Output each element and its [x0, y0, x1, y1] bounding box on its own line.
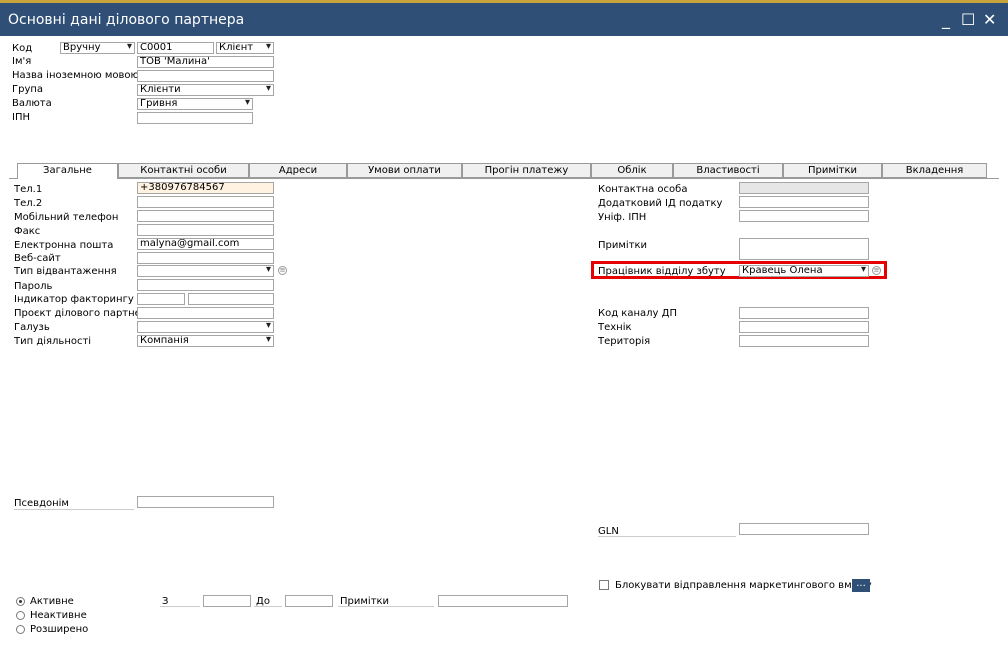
block-marketing-label: Блокувати відправлення маркетингового вм… [615, 580, 872, 591]
mobile-label: Мобільний телефон [14, 212, 119, 223]
to-underline [254, 606, 282, 607]
block-marketing-checkbox[interactable] [599, 580, 609, 590]
tab-remarks[interactable]: Примітки [783, 163, 882, 178]
additional-tax-id-label: Додатковий ІД податку [598, 198, 723, 209]
fax-label: Факс [14, 226, 41, 237]
tel1-label: Тел.1 [14, 184, 43, 195]
tab-properties[interactable]: Властивості [673, 163, 783, 178]
advanced-radio[interactable] [16, 625, 25, 634]
factoring-label: Індикатор факторингу [14, 294, 134, 305]
alias-underline [14, 509, 134, 510]
tab-addresses[interactable]: Адреси [249, 163, 347, 178]
project-input[interactable] [137, 307, 274, 319]
tel2-label: Тел.2 [14, 198, 43, 209]
code-input[interactable]: C0001 [137, 42, 214, 54]
territory-input[interactable] [739, 335, 869, 347]
status-remarks-underline [338, 606, 434, 607]
info-icon[interactable]: ≡ [278, 266, 287, 275]
code-label: Код [12, 43, 33, 54]
sales-employee-select[interactable]: Кравець Олена [739, 265, 869, 277]
sales-employee-info-icon[interactable]: ≡ [872, 266, 881, 275]
tab-contact-persons[interactable]: Контактні особи [118, 163, 249, 178]
shipping-type-select[interactable] [137, 265, 274, 277]
sales-employee-label: Працівник відділу збуту [598, 266, 726, 277]
password-label: Пароль [14, 281, 53, 292]
active-label: Активне [30, 596, 74, 607]
password-input[interactable] [137, 279, 274, 291]
tab-payment-terms[interactable]: Умови оплати [347, 163, 462, 178]
group-label: Група [12, 84, 44, 95]
tax-id-input[interactable] [137, 112, 253, 124]
tab-attachments[interactable]: Вкладення [882, 163, 987, 178]
maximize-button[interactable]: ☐ [961, 10, 975, 29]
project-label: Проєкт ділового партнера [14, 308, 154, 319]
unified-tax-id-input[interactable] [739, 210, 869, 222]
additional-tax-id-input[interactable] [739, 196, 869, 208]
business-type-select[interactable]: Компанія [137, 335, 274, 347]
channel-code-label: Код каналу ДП [598, 308, 677, 319]
status-remarks-input[interactable] [438, 595, 568, 607]
from-date-input[interactable] [203, 595, 251, 607]
remarks-label: Примітки [598, 240, 648, 251]
inactive-radio[interactable] [16, 611, 25, 620]
inactive-label: Неактивне [30, 610, 87, 621]
gln-input[interactable] [739, 523, 869, 535]
contact-person-input [739, 182, 869, 194]
code-mode-select[interactable]: Вручну [60, 42, 135, 54]
to-date-input[interactable] [285, 595, 333, 607]
web-label: Веб-сайт [14, 253, 61, 264]
factoring-input-2[interactable] [188, 293, 274, 305]
territory-label: Територія [598, 336, 651, 347]
tax-id-label: ІПН [12, 112, 30, 123]
tel1-input[interactable]: +380976784567 [137, 182, 274, 194]
industry-label: Галузь [14, 322, 50, 333]
fax-input[interactable] [137, 224, 274, 236]
active-radio[interactable] [16, 597, 25, 606]
tab-payment-run[interactable]: Прогін платежу [462, 163, 591, 178]
window-title: Основні дані ділового партнера [8, 12, 245, 28]
minimize-button[interactable]: _ [942, 10, 950, 29]
shipping-type-label: Тип відвантаження [14, 266, 117, 277]
channel-code-input[interactable] [739, 307, 869, 319]
foreign-name-input[interactable] [137, 70, 274, 82]
industry-select[interactable] [137, 321, 274, 333]
email-input[interactable]: malyna@gmail.com [137, 238, 274, 250]
tab-panel-border [9, 178, 999, 179]
currency-select[interactable]: Гривня [137, 98, 253, 110]
name-label: Ім'я [12, 56, 32, 67]
business-type-label: Тип діяльності [14, 336, 92, 347]
active-tab-gap [18, 177, 117, 179]
technician-label: Технік [598, 322, 632, 333]
web-input[interactable] [137, 252, 274, 264]
currency-label: Валюта [12, 98, 52, 109]
close-button[interactable]: ✕ [983, 10, 996, 29]
factoring-input-1[interactable] [137, 293, 185, 305]
contact-person-label: Контактна особа [598, 184, 688, 195]
name-input[interactable]: ТОВ 'Малина' [137, 56, 274, 68]
more-button[interactable]: ... [852, 579, 870, 592]
email-label: Електронна пошта [14, 240, 114, 251]
tab-accounting[interactable]: Облік [591, 163, 673, 178]
gln-underline [598, 536, 736, 537]
unified-tax-id-label: Уніф. ІПН [598, 212, 647, 223]
foreign-name-label: Назва іноземною мовою [12, 70, 139, 81]
alias-label: Псевдонім [14, 498, 69, 509]
group-select[interactable]: Клієнти [137, 84, 274, 96]
partner-type-select[interactable]: Клієнт [216, 42, 274, 54]
advanced-label: Розширено [30, 624, 89, 635]
mobile-input[interactable] [137, 210, 274, 222]
remarks-textarea[interactable] [739, 238, 869, 260]
window-titlebar: Основні дані ділового партнера _ ☐ ✕ [0, 0, 1008, 36]
from-underline [160, 606, 200, 607]
tel2-input[interactable] [137, 196, 274, 208]
alias-input[interactable] [137, 496, 274, 508]
technician-input[interactable] [739, 321, 869, 333]
